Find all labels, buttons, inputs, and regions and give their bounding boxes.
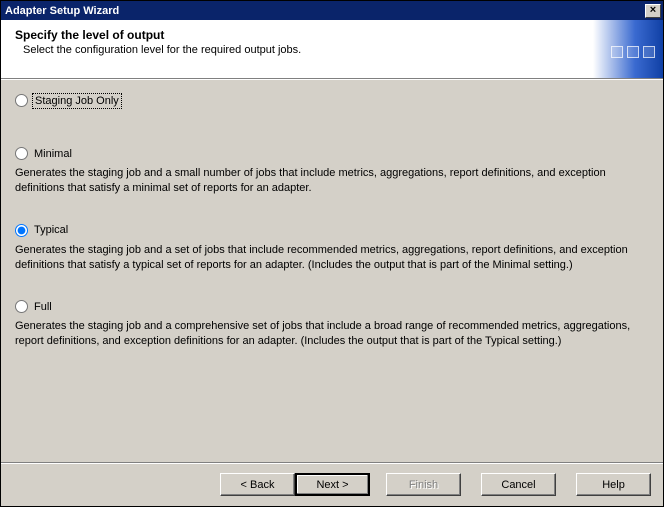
option-full: Full Generates the staging job and a com…	[15, 300, 649, 349]
close-icon[interactable]: ×	[645, 4, 661, 18]
titlebar: Adapter Setup Wizard ×	[1, 1, 663, 20]
radio-typical-label[interactable]: Typical	[34, 224, 68, 236]
option-staging: Staging Job Only	[15, 94, 649, 107]
minimal-description: Generates the staging job and a small nu…	[15, 166, 649, 196]
option-typical: Typical Generates the staging job and a …	[15, 224, 649, 273]
wizard-window: Adapter Setup Wizard × Specify the level…	[0, 0, 664, 507]
cancel-button[interactable]: Cancel	[481, 473, 556, 496]
page-subtitle: Select the configuration level for the r…	[23, 44, 649, 56]
radio-typical[interactable]	[15, 224, 28, 237]
help-button[interactable]: Help	[576, 473, 651, 496]
next-button[interactable]: Next >	[295, 473, 370, 496]
wizard-content: Staging Job Only Minimal Generates the s…	[1, 80, 663, 462]
nav-button-group: < Back Next >	[220, 473, 370, 496]
radio-minimal-label[interactable]: Minimal	[34, 148, 72, 160]
finish-button: Finish	[386, 473, 461, 496]
wizard-footer: < Back Next > Finish Cancel Help	[1, 462, 663, 506]
wizard-header: Specify the level of output Select the c…	[1, 20, 663, 78]
full-description: Generates the staging job and a comprehe…	[15, 319, 649, 349]
radio-full[interactable]	[15, 300, 28, 313]
window-title: Adapter Setup Wizard	[5, 5, 119, 17]
header-decor	[611, 46, 655, 58]
radio-full-label[interactable]: Full	[34, 301, 52, 313]
back-button[interactable]: < Back	[220, 473, 295, 496]
typical-description: Generates the staging job and a set of j…	[15, 243, 649, 273]
option-minimal: Minimal Generates the staging job and a …	[15, 147, 649, 196]
radio-staging[interactable]	[15, 94, 28, 107]
radio-staging-label[interactable]: Staging Job Only	[34, 95, 120, 107]
page-title: Specify the level of output	[15, 28, 649, 42]
radio-minimal[interactable]	[15, 147, 28, 160]
